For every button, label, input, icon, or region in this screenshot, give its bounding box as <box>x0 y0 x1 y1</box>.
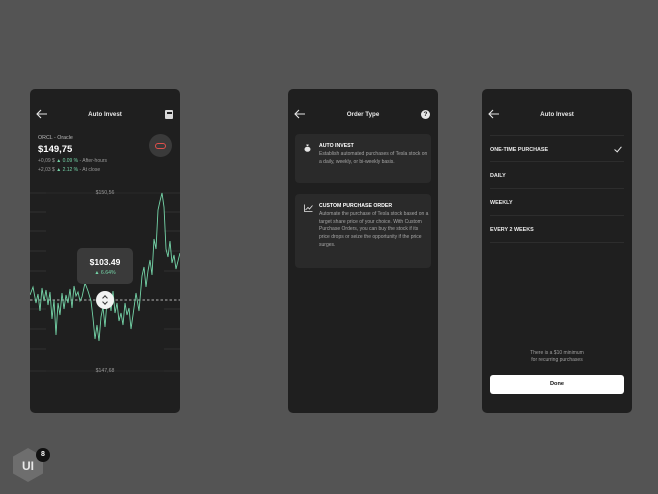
custom-purchase-order-card[interactable]: CUSTOM PURCHASE ORDER Automate the purch… <box>295 194 431 268</box>
note-line: There is a $10 minimum <box>530 350 584 356</box>
note-line: for recurring purchases <box>531 357 583 363</box>
brand-logo-text: UI <box>22 459 34 473</box>
brand-badge: 8 <box>36 448 50 462</box>
option-weekly[interactable]: WEEKLY <box>490 189 624 216</box>
minimum-note: There is a $10 minimum for recurring pur… <box>482 350 632 364</box>
tooltip-value: $103.49 <box>89 257 121 267</box>
auto-invest-frequency-screen: Auto Invest ONE-TIME PURCHASE DAILY WEEK… <box>482 89 632 413</box>
option-every-2-weeks[interactable]: EVERY 2 WEEKS <box>490 216 624 243</box>
screen-title: Order Type <box>346 111 380 118</box>
screen-title: Auto Invest <box>540 111 574 118</box>
option-label: ONE-TIME PURCHASE <box>490 147 549 153</box>
card-description: Establish automated purchases of Tesla s… <box>319 151 428 165</box>
option-label: DAILY <box>490 173 506 179</box>
card-title: CUSTOM PURCHASE ORDER <box>319 203 393 209</box>
auto-invest-card[interactable]: AUTO INVEST Establish automated purchase… <box>295 134 431 183</box>
option-label: WEEKLY <box>490 200 513 206</box>
money-bag-icon <box>304 144 311 152</box>
checkmark-icon <box>614 144 622 153</box>
order-type-screen: Order Type ? AUTO INVEST Establish autom… <box>288 89 438 413</box>
help-icon[interactable]: ? <box>421 110 430 119</box>
trend-line-icon <box>304 204 313 212</box>
chart-high-label: $150,56 <box>95 190 115 196</box>
option-label: EVERY 2 WEEKS <box>490 227 534 233</box>
option-one-time-purchase[interactable]: ONE-TIME PURCHASE <box>490 135 624 162</box>
tooltip-change: ▲ 6.64% <box>94 270 116 276</box>
price-tooltip: $103.49 ▲ 6.64% <box>77 248 133 284</box>
done-button[interactable]: Done <box>490 375 624 394</box>
chart-low-label: $147,68 <box>95 368 115 374</box>
chart-scrub-handle[interactable] <box>96 291 114 309</box>
card-title: AUTO INVEST <box>319 143 354 149</box>
auto-invest-chart-screen: Auto Invest ORCL - Oracle $149,75 +0,09 … <box>30 89 180 413</box>
card-description: Automate the purchase of Tesla stock bas… <box>319 211 429 248</box>
option-daily[interactable]: DAILY <box>490 162 624 189</box>
